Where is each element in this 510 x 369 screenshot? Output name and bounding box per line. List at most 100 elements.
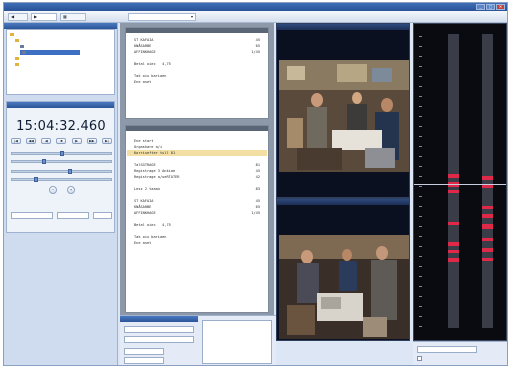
receipt-bottom: Ene start Orgashare a/i Korrisefter tull 8… bbox=[125, 125, 269, 313]
fast-forward-button[interactable]: ▶▶ bbox=[86, 138, 97, 144]
folder-icon bbox=[15, 38, 19, 42]
timeline-select[interactable] bbox=[417, 346, 477, 353]
playback-icon: ▶ bbox=[34, 14, 38, 19]
zoom-slider[interactable] bbox=[11, 177, 112, 182]
timeline-track-2[interactable] bbox=[482, 34, 493, 328]
application-window: _ ▢ ✕ ◀ ▶ ▦ ▾ 15:04:32.460 |◀ ◀◀ ◀ ■ ▶ ▶… bbox=[3, 2, 508, 366]
receipt-line: Ene aset bbox=[134, 79, 260, 85]
timeline-tick bbox=[419, 276, 422, 277]
layout-tab[interactable]: ▦ bbox=[60, 13, 86, 21]
timeline-tick bbox=[419, 76, 422, 77]
slider-knob[interactable] bbox=[34, 177, 38, 182]
event-timeline[interactable] bbox=[413, 23, 507, 341]
date-field[interactable] bbox=[11, 212, 53, 219]
event-marker[interactable] bbox=[448, 250, 459, 253]
receipt-line-text: Orgashare a/i bbox=[134, 145, 163, 149]
event-marker[interactable] bbox=[482, 258, 493, 261]
event-marker[interactable] bbox=[448, 258, 459, 262]
navigation-header bbox=[7, 102, 114, 108]
receipt-top: ST KAFAIA 45 KNÅSARBE 65 AFFINKHAGE 1/45 Betal… bbox=[125, 27, 269, 119]
navigation-panel: 15:04:32.460 |◀ ◀◀ ◀ ■ ▶ ▶▶ ▶| − + bbox=[6, 101, 115, 233]
settings-list[interactable] bbox=[202, 320, 272, 364]
event-marker[interactable] bbox=[448, 222, 459, 225]
folder-icon bbox=[10, 32, 14, 36]
video-view-2[interactable] bbox=[276, 198, 410, 341]
timeline-tick bbox=[419, 236, 422, 237]
camera-tree bbox=[6, 29, 115, 95]
step-back-button[interactable]: ◀ bbox=[41, 138, 52, 144]
settings-field[interactable] bbox=[124, 357, 164, 364]
timeline-checkbox[interactable] bbox=[417, 356, 422, 361]
video-frame-1 bbox=[277, 30, 409, 197]
timeline-tick bbox=[419, 256, 422, 257]
event-marker[interactable] bbox=[482, 206, 493, 209]
current-time-line[interactable] bbox=[414, 184, 506, 185]
receipt-line-text: AFFINKHAGE bbox=[134, 50, 156, 54]
close-button[interactable]: ✕ bbox=[496, 4, 505, 10]
back-button[interactable]: ◀ bbox=[8, 13, 28, 21]
speed-up-button[interactable]: + bbox=[67, 186, 75, 194]
timeline-tick bbox=[419, 46, 422, 47]
timeline-options bbox=[413, 341, 507, 365]
skip-end-button[interactable]: ▶| bbox=[101, 138, 112, 144]
event-marker[interactable] bbox=[482, 214, 493, 218]
layout-icon: ▦ bbox=[63, 14, 67, 19]
minimize-button[interactable]: _ bbox=[476, 4, 485, 10]
title-bar: _ ▢ ✕ bbox=[4, 3, 507, 11]
speed-down-button[interactable]: − bbox=[49, 186, 57, 194]
play-button[interactable]: ▶ bbox=[71, 138, 82, 144]
tree-item-selected[interactable] bbox=[20, 50, 80, 55]
event-marker[interactable] bbox=[482, 248, 493, 252]
timeline-tick bbox=[419, 156, 422, 157]
event-marker[interactable] bbox=[482, 224, 493, 229]
timeline-tick bbox=[419, 136, 422, 137]
timeline-tick bbox=[419, 246, 422, 247]
tree-item[interactable] bbox=[15, 56, 21, 61]
receipt-line: Ene aset bbox=[134, 240, 260, 246]
timeline-tick bbox=[419, 206, 422, 207]
event-marker[interactable] bbox=[448, 190, 459, 193]
maximize-button[interactable]: ▢ bbox=[486, 4, 495, 10]
timeline-tick bbox=[419, 96, 422, 97]
view-select[interactable]: ▾ bbox=[128, 13, 196, 21]
time-slider[interactable] bbox=[11, 151, 112, 156]
skip-start-button[interactable]: |◀ bbox=[11, 138, 21, 144]
receipt-header-bar bbox=[126, 126, 268, 131]
timeline-tick bbox=[419, 286, 422, 287]
folder-icon bbox=[15, 56, 19, 60]
video-view-1[interactable] bbox=[276, 23, 410, 198]
tree-item[interactable] bbox=[15, 38, 21, 43]
settings-field[interactable] bbox=[124, 348, 164, 355]
tree-item[interactable] bbox=[15, 62, 21, 67]
time-display: 15:04:32.460 bbox=[16, 119, 106, 134]
stop-button[interactable]: ■ bbox=[56, 138, 67, 144]
slider-knob[interactable] bbox=[68, 169, 72, 174]
timeline-tick bbox=[419, 306, 422, 307]
camera-icon bbox=[22, 50, 26, 54]
event-marker[interactable] bbox=[448, 174, 459, 178]
fast-rewind-button[interactable]: ◀◀ bbox=[26, 138, 37, 144]
receipt-line-text: Lesz 2 taaau bbox=[134, 187, 160, 191]
tree-item[interactable] bbox=[20, 44, 26, 49]
timeline-track-1[interactable] bbox=[448, 34, 459, 328]
receipt-line-text: ST KAFAIA bbox=[134, 38, 154, 42]
speed-slider[interactable] bbox=[11, 169, 112, 174]
receipt-line-text: Ene aset bbox=[134, 241, 152, 245]
go-button[interactable] bbox=[93, 212, 112, 219]
event-marker[interactable] bbox=[482, 176, 493, 180]
event-marker[interactable] bbox=[448, 242, 459, 246]
timeline-tick bbox=[419, 226, 422, 227]
slider-knob[interactable] bbox=[42, 159, 46, 164]
slider-knob[interactable] bbox=[60, 151, 64, 156]
playback-tab[interactable]: ▶ bbox=[31, 13, 57, 21]
range-slider[interactable] bbox=[11, 159, 112, 164]
receipt-line-text: Korrisefter tull 81 bbox=[134, 151, 176, 155]
timeline-tick bbox=[419, 186, 422, 187]
tree-item[interactable] bbox=[10, 32, 16, 37]
settings-field[interactable] bbox=[124, 336, 194, 343]
receipt-line-text: AFFINKHAGE bbox=[134, 211, 156, 215]
event-marker[interactable] bbox=[482, 238, 493, 241]
settings-field[interactable] bbox=[124, 326, 194, 333]
time-field[interactable] bbox=[57, 212, 89, 219]
settings-header bbox=[120, 316, 198, 322]
